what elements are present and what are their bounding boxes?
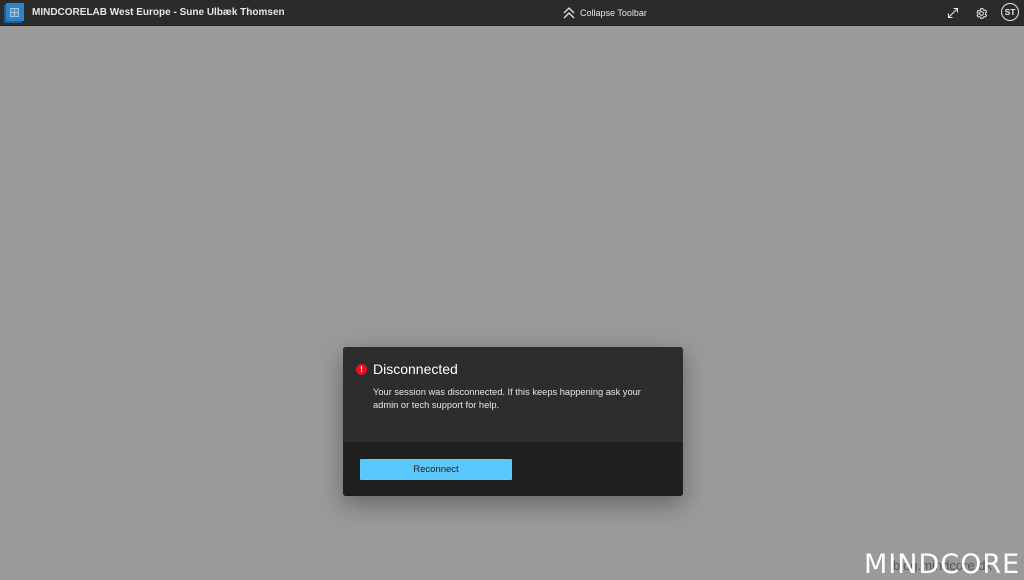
user-avatar[interactable]: ST [1001, 3, 1019, 21]
dialog-title: Disconnected [373, 361, 458, 377]
collapse-toolbar-button[interactable]: Collapse Toolbar [562, 3, 647, 23]
window-title: MINDCORELAB West Europe - Sune Ulbæk Tho… [32, 7, 285, 18]
remote-desktop-window: MINDCORELAB West Europe - Sune Ulbæk Tho… [0, 0, 1024, 580]
mindcore-watermark-logo: MINDCORE [864, 549, 1021, 580]
disconnected-dialog: ! Disconnected Your session was disconne… [343, 347, 683, 496]
collapse-toolbar-label: Collapse Toolbar [580, 8, 647, 18]
chevron-up-double-icon [562, 6, 576, 20]
error-icon: ! [356, 364, 367, 375]
dialog-message: Your session was disconnected. If this k… [373, 387, 641, 410]
top-toolbar: MINDCORELAB West Europe - Sune Ulbæk Tho… [0, 0, 1024, 26]
reconnect-button[interactable]: Reconnect [360, 459, 512, 480]
expand-icon[interactable] [943, 3, 963, 23]
windows-app-logo-icon [4, 3, 24, 23]
gear-icon[interactable] [971, 3, 991, 23]
